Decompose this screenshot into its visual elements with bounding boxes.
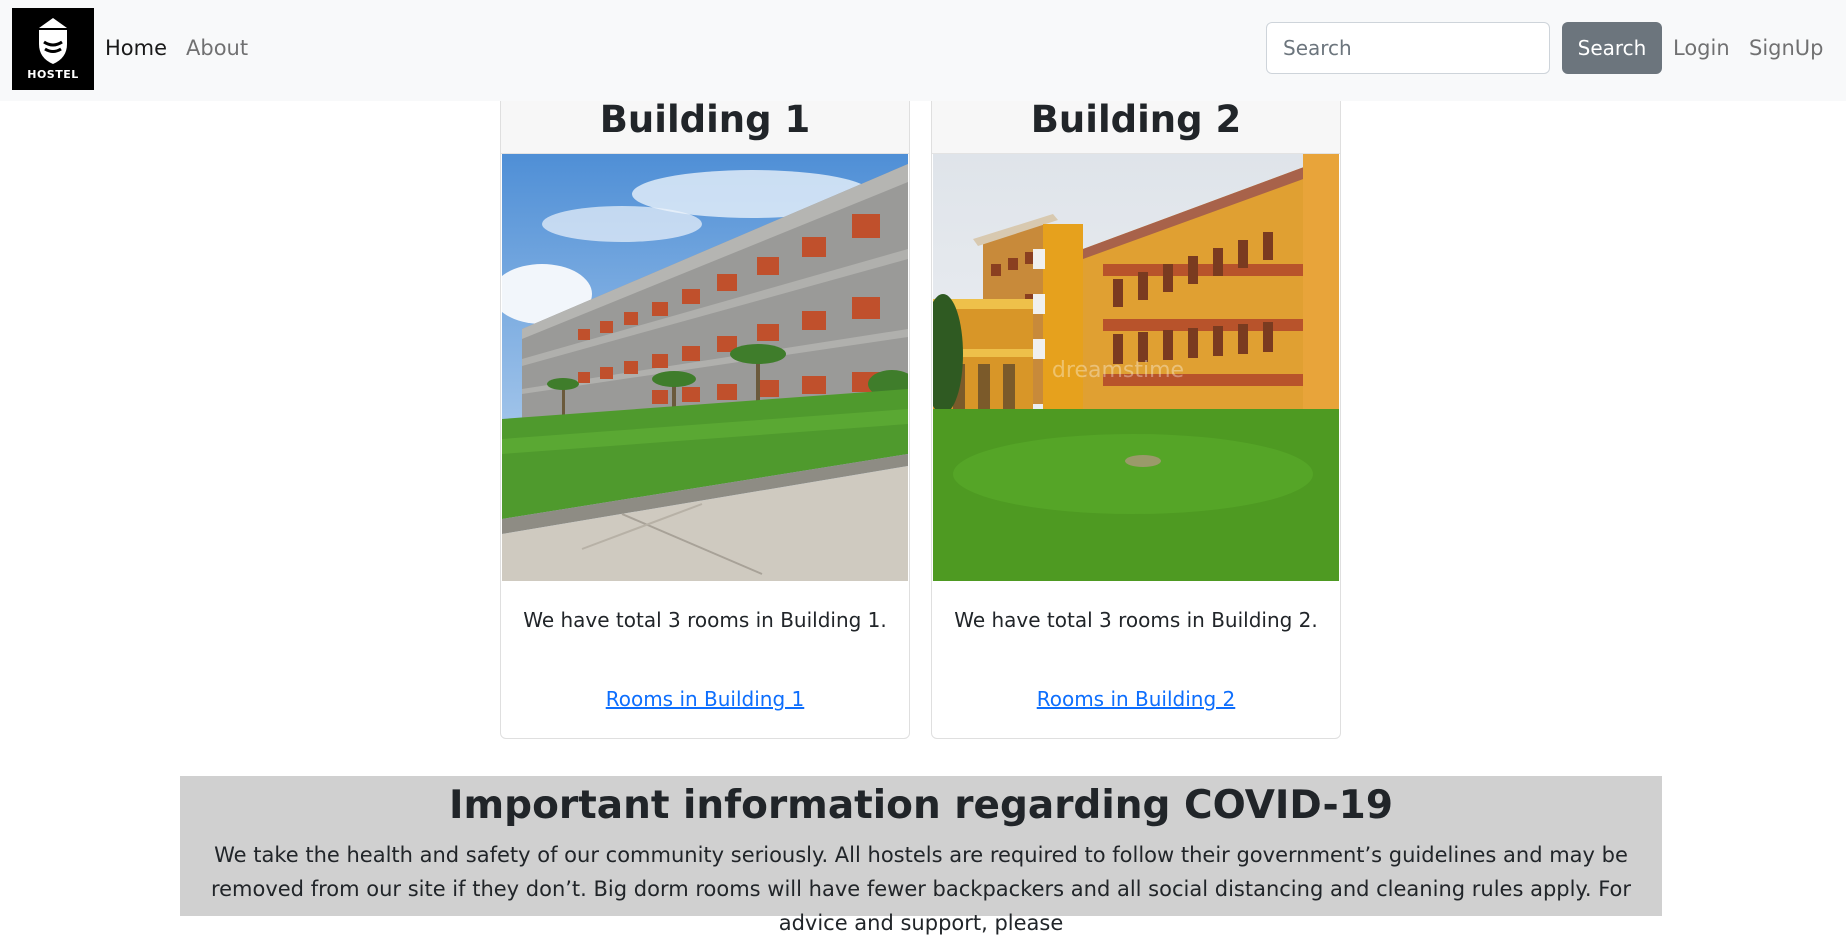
building-2-image: dreamstime [933, 154, 1339, 581]
nav-about[interactable]: About [186, 36, 248, 60]
rooms-link[interactable]: Rooms in Building 2 [932, 687, 1340, 711]
hostel-logo[interactable]: HOSTEL [12, 8, 94, 90]
nav-login[interactable]: Login [1673, 36, 1730, 60]
covid-title: Important information regarding COVID-19 [449, 783, 1393, 828]
search-input[interactable] [1266, 22, 1550, 74]
card-title: Building 2 [932, 97, 1340, 154]
image-watermark: dreamstime [1052, 358, 1184, 383]
nav-signup[interactable]: SignUp [1749, 36, 1824, 60]
covid-text: We take the health and safety of our com… [210, 843, 1632, 935]
card-description: We have total 3 rooms in Building 2. [954, 608, 1318, 632]
navbar: HOSTEL Home About Search Login SignUp [0, 0, 1846, 101]
building-card: Building 2 dreamstime We have total 3 ro… [931, 96, 1341, 739]
rooms-link[interactable]: Rooms in Building 1 [501, 687, 909, 711]
nav-home[interactable]: Home [105, 36, 167, 60]
logo-text: HOSTEL [27, 68, 79, 81]
search-button[interactable]: Search [1562, 22, 1662, 74]
card-title: Building 1 [501, 97, 909, 154]
covid-info-section: Important information regarding COVID-19… [180, 776, 1662, 935]
card-description: We have total 3 rooms in Building 1. [523, 608, 887, 632]
building-card: Building 1 We have total 3 rooms in Buil… [500, 96, 910, 739]
building-1-image [502, 154, 908, 581]
